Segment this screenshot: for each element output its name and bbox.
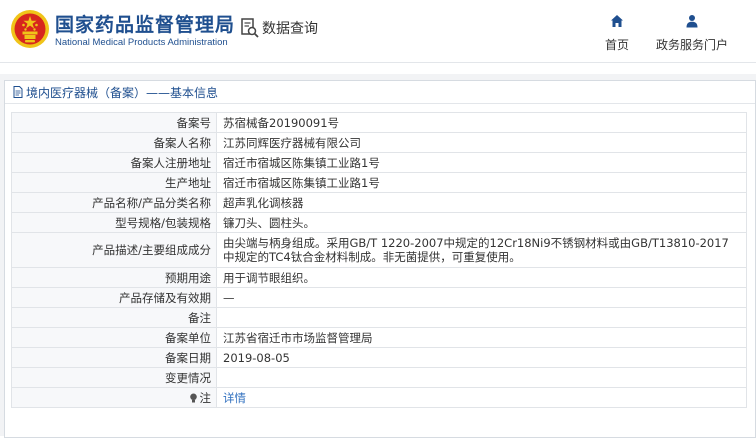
row-value [216, 367, 747, 388]
data-query-link[interactable]: 数据查询 [240, 17, 318, 39]
row-value: 用于调节眼组织。 [216, 267, 747, 288]
info-panel: 境内医疗器械（备案）——基本信息 备案号 苏宿械备20190091号 备案人名称… [4, 80, 756, 438]
data-query-label: 数据查询 [262, 21, 318, 37]
row-value: 江苏省宿迁市市场监督管理局 [216, 327, 747, 348]
row-label: 预期用途 [11, 267, 217, 288]
site-header: 国家药品监督管理局 National Medical Products Admi… [0, 0, 756, 63]
row-label-note: 注 [11, 387, 217, 408]
table-row: 注 详情 [11, 387, 747, 408]
row-value: — [216, 287, 747, 308]
document-search-icon [241, 18, 259, 38]
row-value: 苏宿械备20190091号 [216, 112, 747, 133]
panel-header: 境内医疗器械（备案）——基本信息 [5, 81, 755, 104]
table-row: 备案人名称 江苏同辉医疗器械有限公司 [11, 132, 747, 153]
row-value: 宿迁市宿城区陈集镇工业路1号 [216, 172, 747, 193]
row-label: 产品存储及有效期 [11, 287, 217, 308]
table-row: 生产地址 宿迁市宿城区陈集镇工业路1号 [11, 172, 747, 193]
row-label: 产品描述/主要组成成分 [11, 232, 217, 268]
nav-service-portal[interactable]: 政务服务门户 [652, 14, 732, 53]
row-label: 备案号 [11, 112, 217, 133]
row-value: 2019-08-05 [216, 347, 747, 368]
table-row: 预期用途 用于调节眼组织。 [11, 267, 747, 288]
site-subtitle: National Medical Products Administration [55, 37, 228, 48]
row-value: 江苏同辉医疗器械有限公司 [216, 132, 747, 153]
row-label: 备案人名称 [11, 132, 217, 153]
device-info-table: 备案号 苏宿械备20190091号 备案人名称 江苏同辉医疗器械有限公司 备案人… [11, 112, 747, 408]
row-value: 详情 [216, 387, 747, 408]
table-row: 备注 [11, 307, 747, 328]
nav-portal-label: 政务服务门户 [655, 38, 728, 52]
row-value: 超声乳化调核器 [216, 192, 747, 213]
row-value: 镰刀头、圆柱头。 [216, 212, 747, 233]
national-emblem-icon [11, 10, 49, 48]
row-value: 由尖端与柄身组成。采用GB/T 1220-2007中规定的12Cr18Ni9不锈… [216, 232, 747, 268]
nav-home-label: 首页 [604, 38, 629, 52]
note-label: 注 [199, 390, 212, 405]
document-icon [13, 86, 23, 98]
row-label: 生产地址 [11, 172, 217, 193]
table-row: 产品描述/主要组成成分 由尖端与柄身组成。采用GB/T 1220-2007中规定… [11, 232, 747, 268]
table-row: 变更情况 [11, 367, 747, 388]
table-row: 型号规格/包装规格 镰刀头、圆柱头。 [11, 212, 747, 233]
table-row: 备案号 苏宿械备20190091号 [11, 112, 747, 133]
home-icon [611, 15, 623, 27]
site-title: 国家药品监督管理局 [55, 14, 236, 36]
content-area: 境内医疗器械（备案）——基本信息 备案号 苏宿械备20190091号 备案人名称… [0, 74, 756, 438]
nav-home[interactable]: 首页 [602, 14, 632, 53]
row-label: 型号规格/包装规格 [11, 212, 217, 233]
table-row: 备案人注册地址 宿迁市宿城区陈集镇工业路1号 [11, 152, 747, 173]
panel-title: 境内医疗器械（备案）——基本信息 [26, 85, 219, 100]
row-label: 备注 [11, 307, 217, 328]
table-row: 备案单位 江苏省宿迁市市场监督管理局 [11, 327, 747, 348]
table-row: 产品存储及有效期 — [11, 287, 747, 308]
row-label: 变更情况 [11, 367, 217, 388]
row-label: 产品名称/产品分类名称 [11, 192, 217, 213]
table-row: 备案日期 2019-08-05 [11, 347, 747, 368]
lightbulb-icon [189, 393, 197, 402]
row-label: 备案单位 [11, 327, 217, 348]
row-value [216, 307, 747, 328]
row-value: 宿迁市宿城区陈集镇工业路1号 [216, 152, 747, 173]
row-label: 备案日期 [11, 347, 217, 368]
row-label: 备案人注册地址 [11, 152, 217, 173]
details-link[interactable]: 详情 [223, 391, 246, 405]
table-row: 产品名称/产品分类名称 超声乳化调核器 [11, 192, 747, 213]
user-icon [686, 15, 698, 28]
